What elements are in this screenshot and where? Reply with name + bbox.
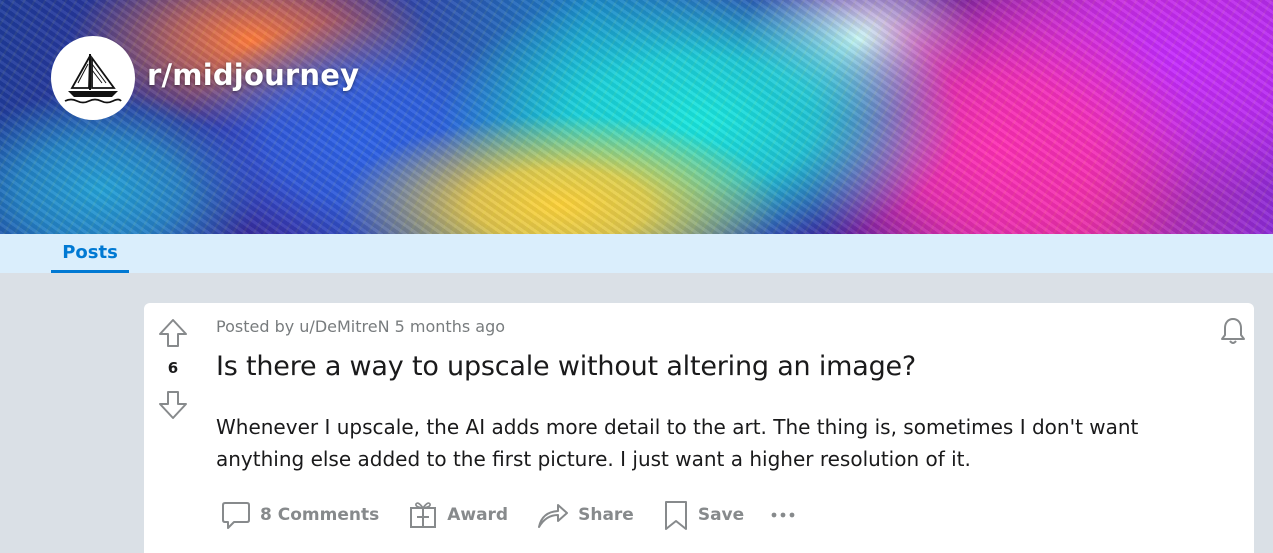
- comments-label: 8 Comments: [260, 505, 380, 525]
- vote-count: 6: [167, 359, 179, 377]
- post-meta: Posted by u/DeMitreN 5 months ago: [216, 317, 505, 336]
- tab-posts[interactable]: Posts: [51, 234, 129, 273]
- subreddit-avatar[interactable]: [51, 36, 135, 120]
- post-body: Whenever I upscale, the AI adds more det…: [216, 415, 1139, 471]
- share-button[interactable]: Share: [536, 499, 634, 531]
- save-label: Save: [697, 505, 745, 525]
- bookmark-icon: [664, 501, 687, 530]
- subreddit-name[interactable]: r/midjourney: [147, 58, 359, 92]
- award-button[interactable]: Award: [407, 499, 508, 531]
- upvote-arrow-icon[interactable]: [157, 317, 189, 349]
- author-link[interactable]: u/DeMitreN: [299, 317, 389, 336]
- posted-by-label: Posted by: [216, 317, 295, 336]
- banner-texture: [0, 0, 1273, 234]
- comment-bubble-icon: [222, 502, 250, 529]
- ellipsis-icon: [771, 512, 795, 518]
- gift-box-icon: [410, 502, 437, 528]
- post-card[interactable]: 6 Posted by u/DeMitreN 5 months ago Is t…: [144, 303, 1254, 553]
- more-options-button[interactable]: [770, 510, 798, 520]
- subreddit-tab-bar: Posts: [0, 234, 1273, 273]
- bell-icon[interactable]: [1218, 316, 1248, 346]
- comments-button[interactable]: 8 Comments: [220, 499, 379, 531]
- sailboat-icon: [64, 54, 122, 104]
- award-label: Award: [447, 505, 509, 525]
- save-button[interactable]: Save: [662, 499, 744, 531]
- downvote-arrow-icon[interactable]: [157, 389, 189, 421]
- subreddit-banner: r/midjourney: [0, 0, 1273, 234]
- post-age: 5 months ago: [394, 317, 506, 336]
- share-label: Share: [578, 505, 634, 525]
- post-title[interactable]: Is there a way to upscale without alteri…: [216, 351, 1196, 382]
- share-arrow-icon: [538, 504, 569, 528]
- post-actions: 8 Comments Award Share Save: [220, 495, 798, 535]
